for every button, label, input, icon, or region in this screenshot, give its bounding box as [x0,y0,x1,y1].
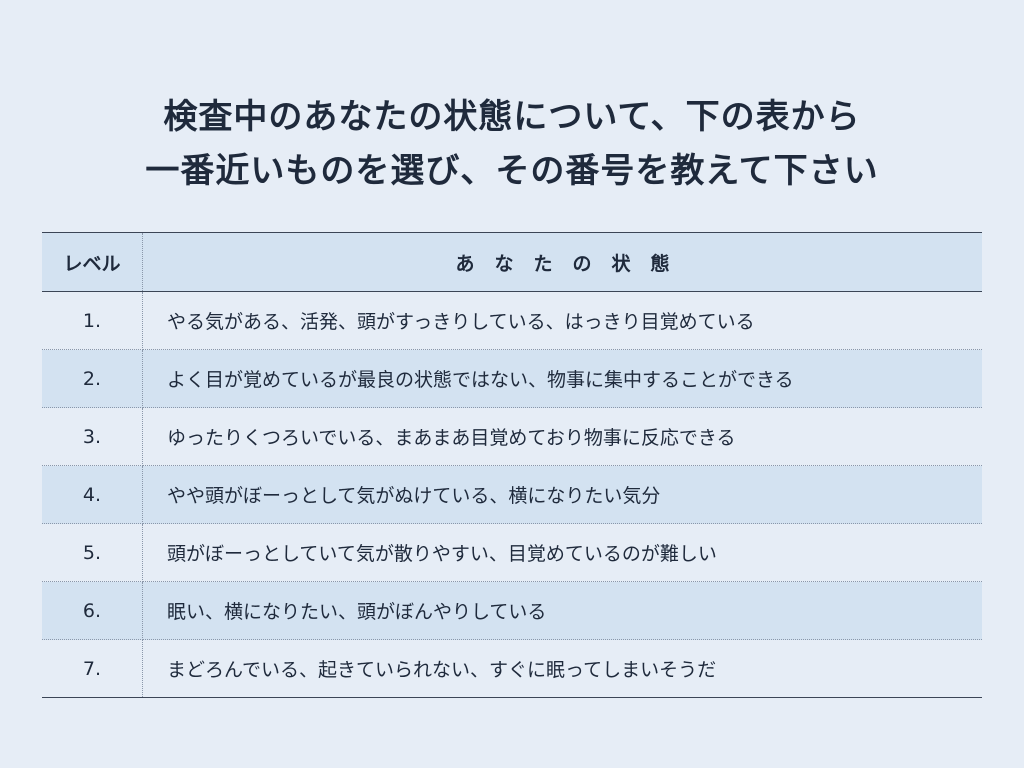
level-cell: 5. [42,523,143,582]
column-header-state: あなたの状態 [142,232,982,292]
page-title: 検査中のあなたの状態について、下の表から 一番近いものを選び、その番号を教えて下… [0,90,1024,198]
state-cell: やや頭がぼーっとして気がぬけている、横になりたい気分 [142,465,982,524]
sleepiness-scale-table: レベル あなたの状態 1. やる気がある、活発、頭がすっきりしている、はっきり目… [42,232,982,698]
table-row: 5. 頭がぼーっとしていて気が散りやすい、目覚めているのが難しい [42,523,982,582]
table-row: 2. よく目が覚めているが最良の状態ではない、物事に集中することができる [42,349,982,408]
state-cell: ゆったりくつろいでいる、まあまあ目覚めており物事に反応できる [142,407,982,466]
page-title-line-1: 検査中のあなたの状態について、下の表から [163,97,861,137]
state-cell: よく目が覚めているが最良の状態ではない、物事に集中することができる [142,349,982,408]
level-cell: 1. [42,291,143,350]
level-cell: 2. [42,349,143,408]
table-row: 1. やる気がある、活発、頭がすっきりしている、はっきり目覚めている [42,291,982,350]
state-cell: やる気がある、活発、頭がすっきりしている、はっきり目覚めている [142,291,982,350]
level-cell: 4. [42,465,143,524]
table-row: 4. やや頭がぼーっとして気がぬけている、横になりたい気分 [42,465,982,524]
table-row: 7. まどろんでいる、起きていられない、すぐに眠ってしまいそうだ [42,639,982,698]
table-row: 6. 眠い、横になりたい、頭がぼんやりしている [42,581,982,640]
table-row: 3. ゆったりくつろいでいる、まあまあ目覚めており物事に反応できる [42,407,982,466]
table-header-row: レベル あなたの状態 [42,232,982,292]
state-cell: まどろんでいる、起きていられない、すぐに眠ってしまいそうだ [142,639,982,698]
page-title-line-2: 一番近いものを選び、その番号を教えて下さい [145,151,879,191]
state-cell: 眠い、横になりたい、頭がぼんやりしている [142,581,982,640]
state-cell: 頭がぼーっとしていて気が散りやすい、目覚めているのが難しい [142,523,982,582]
level-cell: 6. [42,581,143,640]
column-header-level: レベル [42,232,143,292]
level-cell: 3. [42,407,143,466]
level-cell: 7. [42,639,143,698]
